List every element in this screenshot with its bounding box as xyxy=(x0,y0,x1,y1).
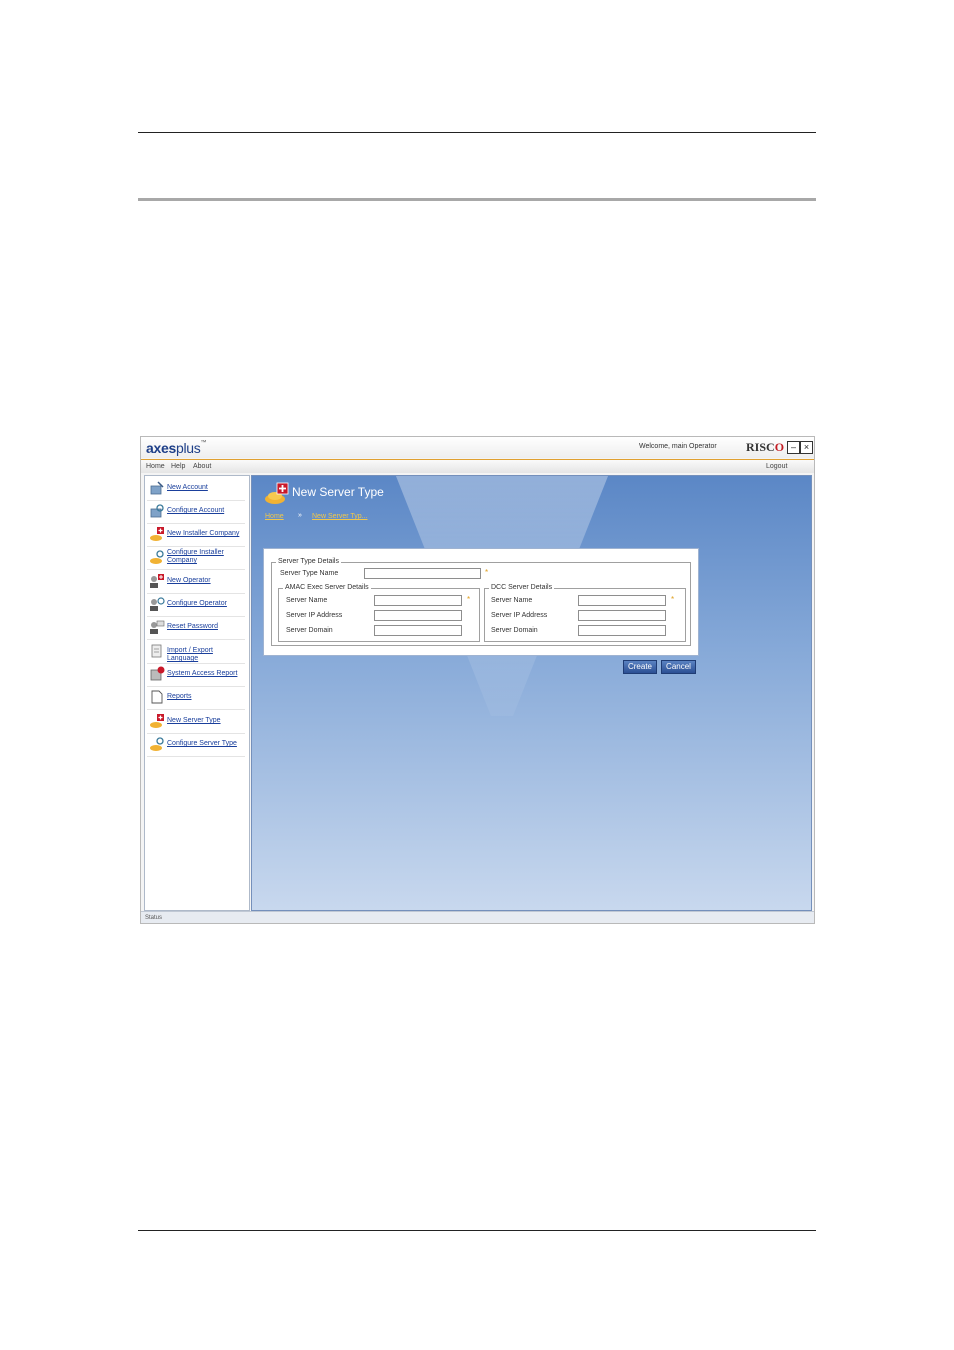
sidebar: New Account Configure Account New Instal… xyxy=(144,475,250,911)
new-account-icon xyxy=(150,481,164,495)
menu-logout[interactable]: Logout xyxy=(766,463,787,470)
sidebar-item-reports[interactable]: Reports xyxy=(147,687,245,710)
amac-server-domain-input[interactable] xyxy=(374,625,462,636)
configure-account-icon xyxy=(150,504,164,518)
sidebar-item-new-operator[interactable]: New Operator xyxy=(147,571,245,594)
sidebar-item-new-server-type[interactable]: New Server Type xyxy=(147,711,245,734)
page-bottom-rule xyxy=(138,1230,816,1231)
new-server-type-icon xyxy=(265,482,289,504)
menu-bar: Home Help About Logout xyxy=(141,459,814,473)
sidebar-item-configure-server-type[interactable]: Configure Server Type xyxy=(147,734,245,757)
system-access-report-icon xyxy=(150,666,165,681)
sidebar-item-new-installer-company[interactable]: New Installer Company xyxy=(147,524,245,547)
required-marker: * xyxy=(485,568,489,577)
menu-help[interactable]: Help xyxy=(171,463,185,470)
amac-server-ip-input[interactable] xyxy=(374,610,462,621)
dcc-server-ip-label: Server IP Address xyxy=(491,612,548,619)
risco-logo: RISCO xyxy=(746,440,785,454)
form-panel: Server Type Details Server Type Name * A… xyxy=(263,548,699,656)
create-button[interactable]: Create xyxy=(623,660,657,674)
axesplus-logo: axesplus™ xyxy=(146,440,207,456)
page-top-rule xyxy=(138,132,816,133)
dcc-server-domain-input[interactable] xyxy=(578,625,666,636)
dcc-server-ip-input[interactable] xyxy=(578,610,666,621)
menu-home[interactable]: Home xyxy=(146,463,165,470)
sidebar-item-new-account[interactable]: New Account xyxy=(147,478,245,501)
amac-server-details-group: AMAC Exec Server Details Server Name * S… xyxy=(278,584,480,642)
status-bar: Status xyxy=(141,911,814,923)
required-marker: * xyxy=(467,595,471,604)
amac-server-name-input[interactable] xyxy=(374,595,462,606)
sidebar-item-configure-installer-company[interactable]: Configure Installer Company xyxy=(147,547,245,570)
new-installer-company-icon xyxy=(150,527,164,541)
server-type-name-label: Server Type Name xyxy=(280,570,339,577)
sidebar-item-system-access-report[interactable]: System Access Report xyxy=(147,664,245,687)
new-operator-icon xyxy=(150,574,164,588)
required-marker: * xyxy=(671,595,675,604)
sidebar-item-reset-password[interactable]: Reset Password xyxy=(147,617,245,640)
page-title: New Server Type xyxy=(292,485,384,499)
dcc-server-details-group: DCC Server Details Server Name * Server … xyxy=(484,584,686,642)
title-bar: axesplus™ Welcome, main Operator RISCO –… xyxy=(141,437,814,458)
dcc-server-name-label: Server Name xyxy=(491,597,533,604)
amac-server-ip-label: Server IP Address xyxy=(286,612,343,619)
minimize-button[interactable]: – xyxy=(787,441,800,454)
menu-about[interactable]: About xyxy=(193,463,211,470)
sidebar-item-configure-account[interactable]: Configure Account xyxy=(147,501,245,524)
breadcrumb-home[interactable]: Home xyxy=(265,513,284,520)
configure-installer-company-icon xyxy=(150,550,164,564)
reset-password-icon xyxy=(150,620,165,634)
cancel-button[interactable]: Cancel xyxy=(661,660,696,674)
breadcrumb-separator: » xyxy=(298,512,302,519)
configure-server-type-icon xyxy=(150,737,164,751)
main-content: New Server Type Home » New Server Typ...… xyxy=(251,475,812,911)
import-export-icon xyxy=(151,644,162,658)
breadcrumb-current[interactable]: New Server Typ... xyxy=(312,513,368,520)
dcc-server-domain-label: Server Domain xyxy=(491,627,538,634)
close-button[interactable]: × xyxy=(800,441,813,454)
dcc-server-name-input[interactable] xyxy=(578,595,666,606)
sidebar-item-configure-operator[interactable]: Configure Operator xyxy=(147,594,245,617)
server-type-name-input[interactable] xyxy=(364,568,481,579)
reports-icon xyxy=(151,690,163,704)
app-window: axesplus™ Welcome, main Operator RISCO –… xyxy=(140,436,815,924)
amac-server-name-label: Server Name xyxy=(286,597,328,604)
status-text: Status xyxy=(145,915,163,921)
configure-operator-icon xyxy=(150,597,165,611)
page-header-rule xyxy=(138,198,816,201)
server-type-details-group: Server Type Details Server Type Name * A… xyxy=(271,558,691,646)
new-server-type-icon xyxy=(150,714,164,728)
amac-server-domain-label: Server Domain xyxy=(286,627,333,634)
welcome-text: Welcome, main Operator xyxy=(639,443,717,450)
sidebar-item-import-export-language[interactable]: Import / Export Language xyxy=(147,641,245,664)
